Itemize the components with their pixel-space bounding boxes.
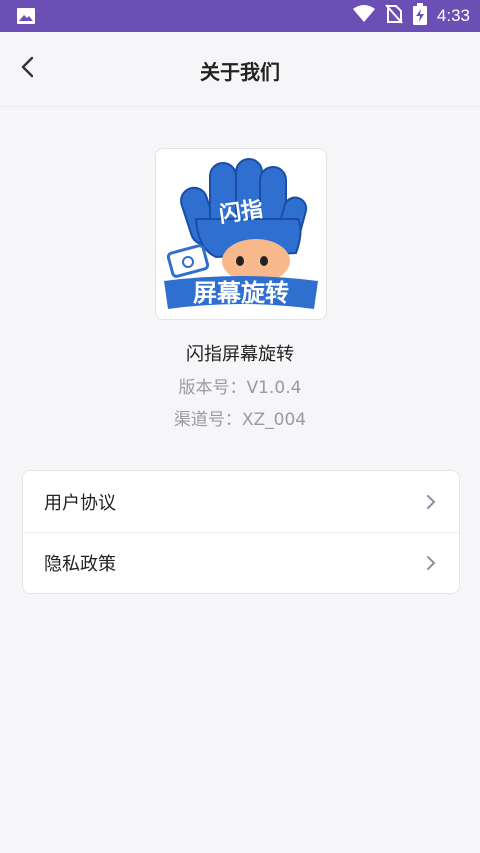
app-logo: 屏幕旋转 闪指 [155, 148, 327, 320]
logo-bottom-text: 屏幕旋转 [193, 279, 289, 307]
menu-item-label: 用户协议 [44, 492, 116, 514]
page-title: 关于我们 [200, 60, 280, 84]
no-sim-icon [385, 4, 403, 28]
menu-item-label: 隐私政策 [44, 553, 116, 575]
status-time: 4:33 [436, 6, 470, 25]
version-text: 版本号：V1.0.4 [178, 378, 302, 398]
menu-card: 用户协议 隐私政策 [22, 470, 460, 594]
channel-text: 渠道号：XZ_004 [173, 410, 307, 430]
menu-item-user-agreement[interactable]: 用户协议 [23, 471, 459, 533]
image-icon [16, 7, 36, 29]
app-name: 闪指屏幕旋转 [186, 344, 294, 365]
battery-charging-icon [412, 3, 427, 29]
wifi-icon [352, 5, 375, 27]
chevron-right-icon [425, 492, 439, 512]
chevron-right-icon [425, 553, 439, 573]
menu-item-privacy-policy[interactable]: 隐私政策 [23, 532, 459, 593]
status-bar: 4:33 [0, 0, 480, 32]
app-bar: 关于我们 [0, 32, 480, 107]
